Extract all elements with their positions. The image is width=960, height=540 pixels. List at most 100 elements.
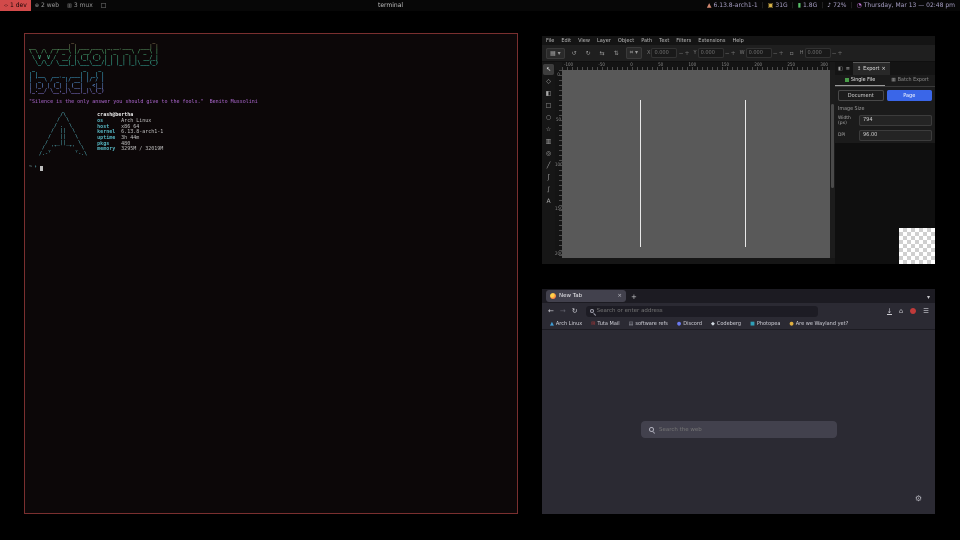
web-search-box[interactable] [641,421,837,438]
decrement-icon[interactable]: − [773,50,778,57]
menu-item-file[interactable]: File [546,38,554,44]
downloads-icon[interactable]: ↓ [887,308,892,315]
selector-options-dropdown[interactable]: ▦ ▾ [546,48,565,59]
code-icon: ‹› [4,3,8,9]
decrement-icon[interactable]: − [725,50,730,57]
drawn-path-line-1[interactable] [640,100,641,247]
status-text: 31G [775,2,787,9]
home-icon[interactable]: ⌂ [899,307,903,315]
status-item: ▮1.8G [798,2,818,9]
selector-tool[interactable]: ↖ [543,64,554,75]
ellipse-tool[interactable]: ○ [543,112,554,123]
increment-icon[interactable]: + [779,50,784,57]
canvas-horizontal-scrollbar[interactable] [555,258,835,264]
layers-dialog-icon[interactable]: ≣ [846,66,850,72]
url-bar[interactable] [586,306,818,317]
new-tab-button[interactable]: + [631,293,637,301]
menu-item-object[interactable]: Object [618,38,634,44]
menu-item-help[interactable]: Help [732,38,743,44]
menu-item-edit[interactable]: Edit [561,38,571,44]
star-tool[interactable]: ☆ [543,124,554,135]
forward-button[interactable]: → [560,307,566,315]
workspace-tag[interactable]: ▥3 mux [63,0,97,11]
lock-ratio-icon[interactable]: ▫ [788,49,796,58]
field-value-box[interactable]: 0.000 [698,48,724,58]
spiral-tool[interactable]: ◎ [543,148,554,159]
bookmark-label: Arch Linux [556,321,582,327]
shape-builder-tool[interactable]: ◧ [543,88,554,99]
inkscape-canvas[interactable] [562,70,830,258]
export-scope-document-button[interactable]: Document [838,90,884,101]
bookmark-label: Codeberg [717,321,741,327]
bookmark-item[interactable]: ✉Tuta Mail [591,321,619,327]
export-mode-tab-batch-export[interactable]: ▦Batch Export [885,75,935,86]
menu-item-text[interactable]: Text [659,38,669,44]
browser-tab[interactable]: New Tab × [546,290,626,302]
adblock-shield-icon[interactable] [910,308,916,314]
menu-item-path[interactable]: Path [641,38,652,44]
close-icon[interactable]: × [882,66,886,72]
url-input[interactable] [597,308,814,314]
box-3d-tool[interactable]: ▥ [543,136,554,147]
inkscape-menubar: File Edit View Layer Object Path Text Filters Ex… [542,36,935,45]
menu-item-filters[interactable]: Filters [676,38,691,44]
export-mode-tab-single-file[interactable]: Single File [835,75,885,86]
text-tool[interactable]: A [543,196,554,207]
export-scope-page-button[interactable]: Page [887,90,933,101]
flip-vertical-icon[interactable]: ⇅ [612,49,621,58]
back-button[interactable]: ← [548,307,554,315]
width-input[interactable]: 794 [859,115,932,126]
field-value-box[interactable]: 0.000 [746,48,772,58]
workspace-tag[interactable]: ‹›1 dev [0,0,31,11]
bezier-pen-tool[interactable]: ʃ [543,172,554,183]
web-search-input[interactable] [659,427,829,433]
export-icon: ↥ [857,66,861,72]
list-tabs-chevron-icon[interactable]: ▾ [927,294,930,301]
bookmark-item[interactable]: ▲Arch Linux [550,321,582,327]
increment-icon[interactable]: + [731,50,736,57]
increment-icon[interactable]: + [685,50,690,57]
workspace-tag[interactable]: ⊕2 web [31,0,63,11]
increment-icon[interactable]: + [838,50,843,57]
field-value-box[interactable]: 0.000 [651,48,677,58]
export-dialog-tab[interactable]: ↥ Export × [853,62,890,75]
drawn-path-line-2[interactable] [745,100,746,247]
menu-hamburger-icon[interactable]: ☰ [923,307,929,315]
bookmark-item[interactable]: ■Photopea [750,321,780,327]
field-value-box[interactable]: 0.000 [805,48,831,58]
field-label: W [740,50,745,56]
bookmark-item[interactable]: ▤software refs [629,321,668,327]
menu-item-view[interactable]: View [578,38,590,44]
rectangle-tool[interactable]: □ [543,100,554,111]
layout-symbol[interactable]: □ [97,2,111,9]
rotate-ccw-icon[interactable]: ↺ [570,49,579,58]
bookmark-item[interactable]: ●Are we Wayland yet? [789,321,848,327]
decrement-icon[interactable]: − [678,50,683,57]
menu-item-layer[interactable]: Layer [597,38,611,44]
status-item: ♪72% [827,2,846,9]
personalize-gear-icon[interactable]: ⚙ [915,494,922,503]
ruler-tick-label: 150 [721,62,729,70]
flip-horizontal-icon[interactable]: ⇆ [598,49,607,58]
folder-icon: ▤ [629,321,634,327]
calligraphy-tool[interactable]: ∫ [543,184,554,195]
decrement-icon[interactable]: − [832,50,837,57]
menu-item-extensions[interactable]: Extensions [698,38,725,44]
shell-prompt[interactable]: ~ › [29,165,513,171]
status-bar: ‹›1 dev⊕2 web▥3 mux □ terminal ▲6.13.8-a… [0,0,960,11]
dpi-input[interactable]: 96.00 [859,130,932,141]
bookmark-item[interactable]: ●Discord [677,321,702,327]
fill-stroke-dialog-icon[interactable]: ◧ [838,66,843,72]
reload-button[interactable]: ↻ [572,307,578,315]
snap-controls-dropdown[interactable]: ⌗ ▾ [626,47,642,59]
ruler-horizontal[interactable]: -100-50050100150200250300 [562,62,830,70]
ruler-vertical[interactable]: 050100150200 [555,70,562,258]
status-modules: ▲6.13.8-arch1-1|▣31G|▮1.8G|♪72%|◔Thursda… [707,0,955,11]
bookmark-item[interactable]: ◆Codeberg [711,321,741,327]
node-editor-tool[interactable]: ◇ [543,76,554,87]
terminal-window[interactable]: _ _ __ _____| | ___ ___ _ __ ___ ___| | … [24,33,518,514]
tab-close-icon[interactable]: × [617,293,622,299]
pencil-tool[interactable]: ╱ [543,160,554,171]
rotate-cw-icon[interactable]: ↻ [584,49,593,58]
status-separator: | [850,2,852,9]
